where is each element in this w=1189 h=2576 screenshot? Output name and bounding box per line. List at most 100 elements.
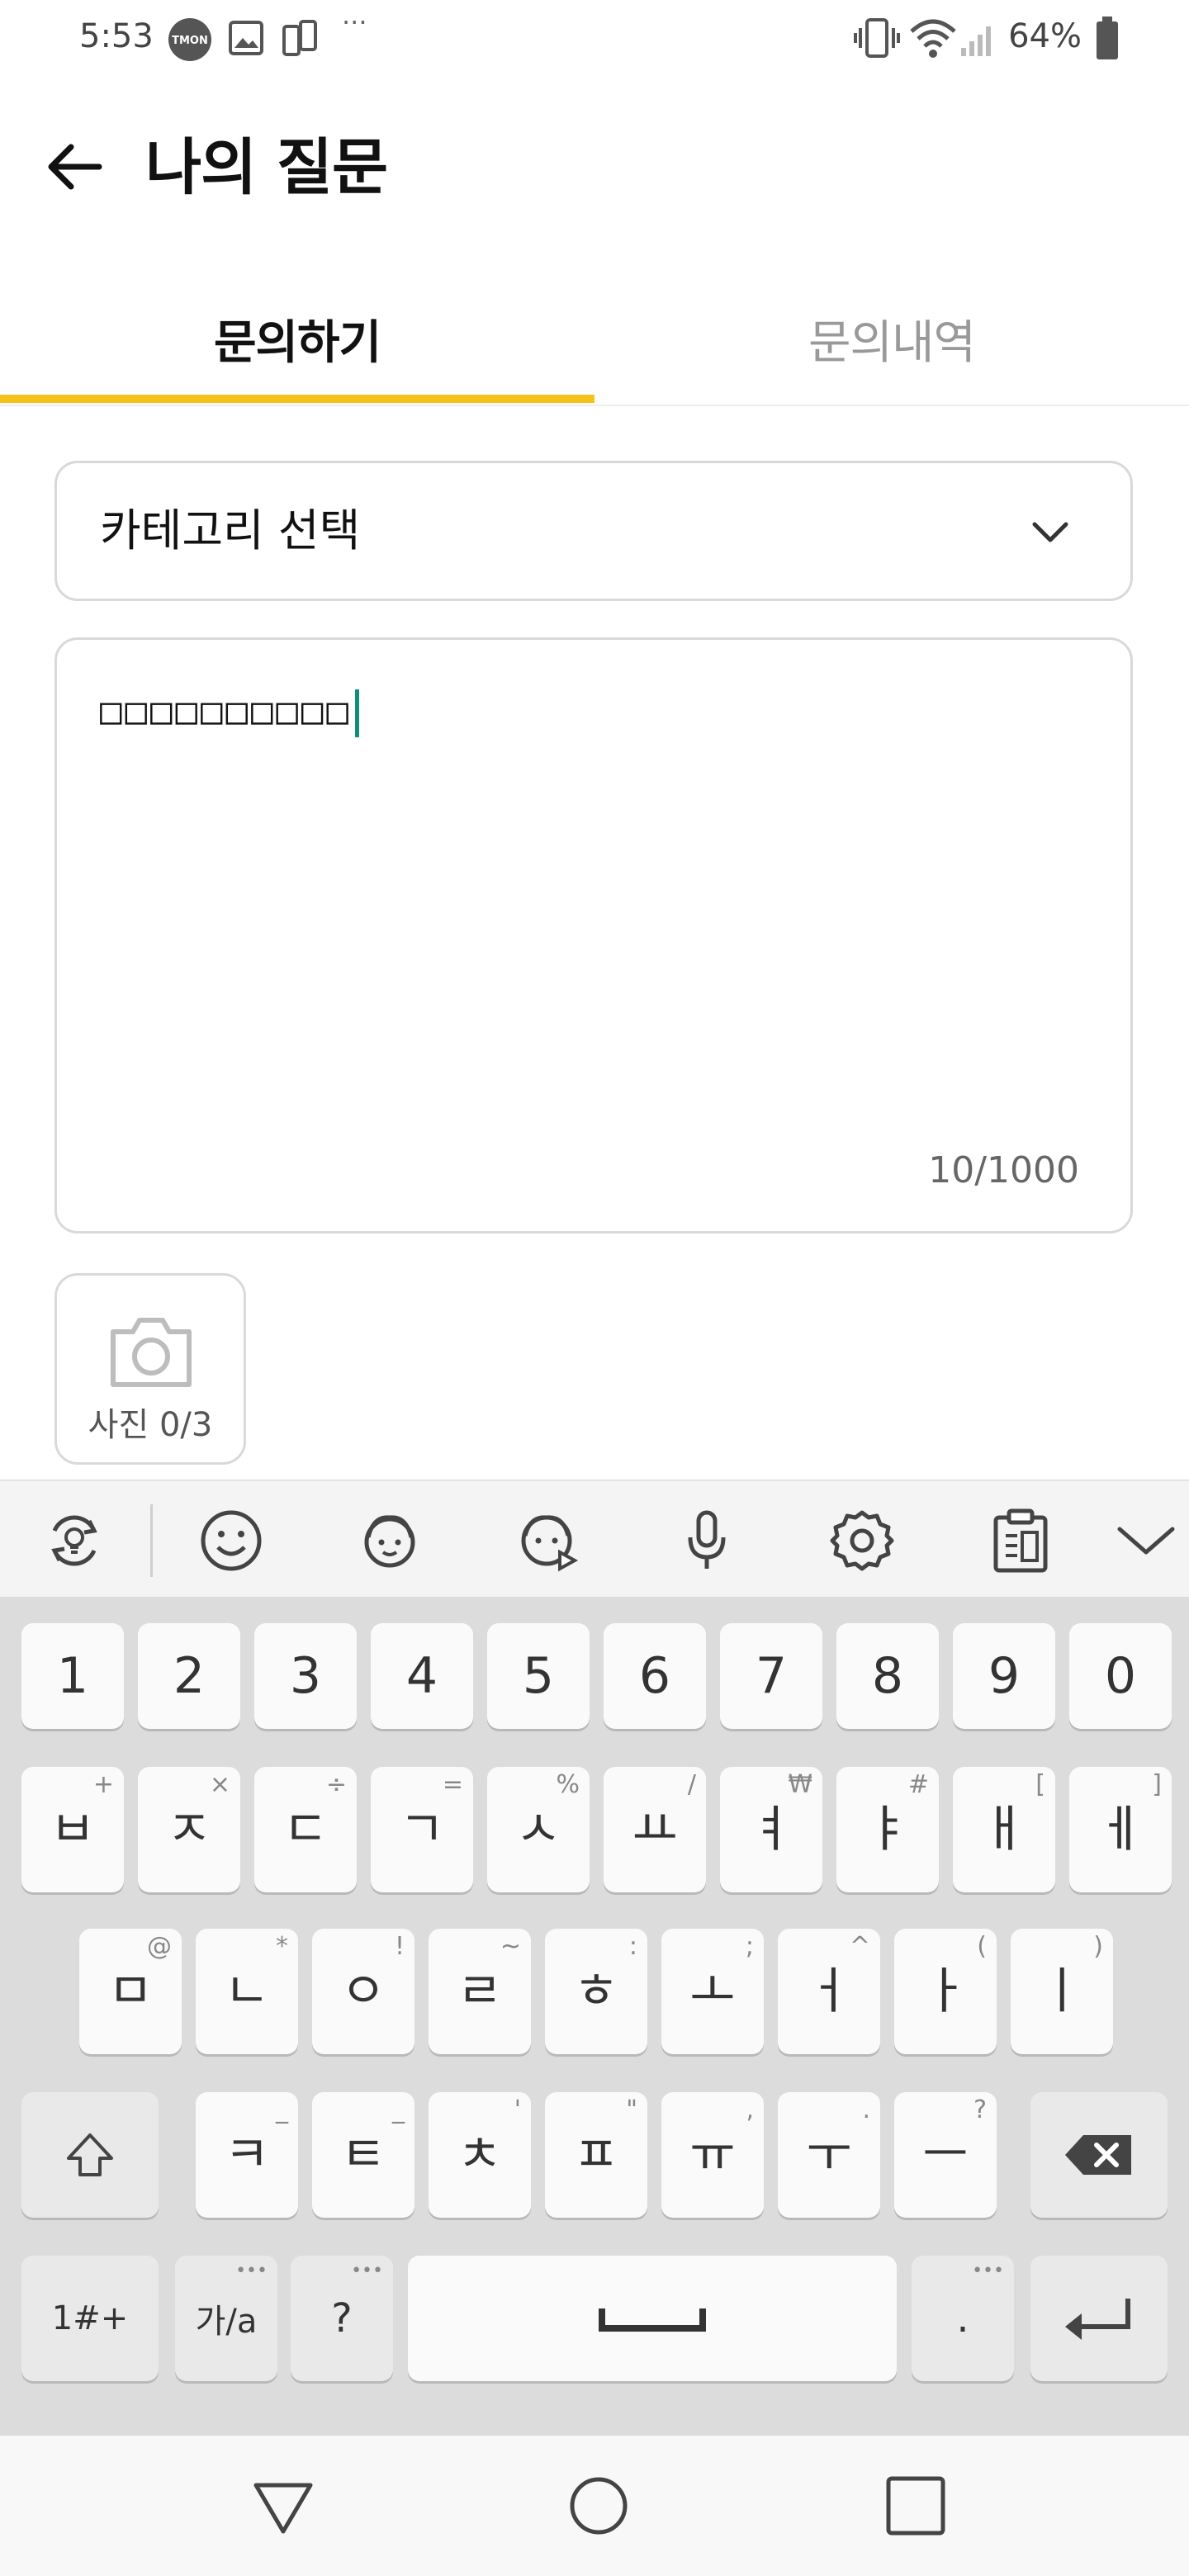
key-label: ㅁ xyxy=(107,1963,154,2020)
add-photo-button[interactable]: 사진 0/3 xyxy=(54,1273,246,1465)
mic-icon[interactable] xyxy=(672,1506,741,1575)
key-ae[interactable]: [ㅐ xyxy=(953,1767,1055,1892)
key-1[interactable]: 1 xyxy=(21,1623,124,1729)
key-8[interactable]: 8 xyxy=(836,1623,939,1729)
key-eo[interactable]: ^ ㅓ xyxy=(778,1929,880,2054)
page-title: 나의 질문 xyxy=(145,132,388,203)
key-label: ㅡ xyxy=(922,2126,969,2184)
key-sub-label: ' xyxy=(514,2095,521,2124)
key-sub-label: : xyxy=(628,1932,637,1961)
key-label: 7 xyxy=(755,1647,788,1705)
character-count: 10/1000 xyxy=(928,1149,1079,1191)
animated-sticker-icon[interactable] xyxy=(514,1506,583,1575)
key-sub-label: [ xyxy=(1035,1770,1045,1799)
key-label: ㄴ xyxy=(224,1963,270,2020)
key-yu[interactable]: ,ㅠ xyxy=(661,2092,764,2218)
backspace-key[interactable] xyxy=(1030,2092,1168,2218)
back-triangle-icon[interactable] xyxy=(246,2469,320,2543)
key-ya[interactable]: # ㅑ xyxy=(836,1767,939,1892)
key-label: 2 xyxy=(173,1647,206,1705)
key-rieul[interactable]: ~ ㄹ xyxy=(429,1929,531,2054)
key-pieup[interactable]: " ㅍ xyxy=(545,2092,647,2218)
language-switch-key[interactable]: ••• 가/a xyxy=(175,2256,277,2381)
question-text: □□□□□□□□□□ xyxy=(100,690,352,732)
space-key[interactable] xyxy=(408,2256,897,2381)
key-label: ㅋ xyxy=(224,2126,270,2184)
key-0[interactable]: 0 xyxy=(1069,1623,1172,1729)
key-eu[interactable]: ? ㅡ xyxy=(894,2092,997,2218)
key-4[interactable]: 4 xyxy=(371,1623,473,1729)
question-mark-key[interactable]: ••• ? xyxy=(291,2256,393,2381)
key-sub-label: " xyxy=(626,2095,637,2124)
key-ieung[interactable]: ! ㅇ xyxy=(312,1929,414,2054)
key-siot[interactable]: % ㅅ xyxy=(487,1767,590,1892)
key-label: ㅑ xyxy=(865,1801,911,1859)
key-label: ㅠ xyxy=(689,2126,736,2184)
key-giyeok[interactable]: = ㄱ xyxy=(371,1767,473,1892)
period-key[interactable]: ••• . xyxy=(912,2256,1014,2381)
period-key-label: . xyxy=(956,2295,969,2342)
key-label: ㅗ xyxy=(689,1963,736,2020)
key-hieut[interactable]: :ㅎ xyxy=(545,1929,647,2054)
key-9[interactable]: 9 xyxy=(953,1623,1055,1729)
key-sub-label: _ xyxy=(276,2095,288,2124)
emoji-icon[interactable] xyxy=(197,1506,266,1575)
key-label: ㅊ xyxy=(457,2126,503,2184)
symbols-key[interactable]: 1#+ xyxy=(21,2256,159,2381)
category-select[interactable]: 카테고리 선택 xyxy=(54,461,1133,601)
backspace-icon xyxy=(1065,2135,1131,2175)
key-nieun[interactable]: * ㄴ xyxy=(196,1929,298,2054)
back-arrow-icon[interactable] xyxy=(41,134,107,200)
key-label: ㅇ xyxy=(340,1963,386,2020)
key-3[interactable]: 3 xyxy=(254,1623,357,1729)
key-sub-label: , xyxy=(746,2095,754,2124)
status-bar: 5:53 TMON ··· 64% xyxy=(0,0,1189,74)
svg-text:TMON: TMON xyxy=(172,35,208,47)
key-sub-label: # xyxy=(907,1770,929,1799)
key-e[interactable]: ] ㅔ xyxy=(1069,1767,1172,1892)
key-bieup[interactable]: + ㅂ xyxy=(21,1767,124,1892)
key-i[interactable]: ) ㅣ xyxy=(1011,1929,1113,2054)
key-sub-label: ! xyxy=(394,1932,405,1961)
key-2[interactable]: 2 xyxy=(138,1623,240,1729)
key-yo[interactable]: / ㅛ xyxy=(604,1767,706,1892)
key-label: ㄷ xyxy=(282,1801,329,1859)
key-tieut[interactable]: _ ㅌ xyxy=(312,2092,414,2218)
key-digeut[interactable]: ÷ ㄷ xyxy=(254,1767,357,1892)
key-label: ㅛ xyxy=(632,1801,678,1859)
tab-inquire[interactable]: 문의하기 xyxy=(0,281,594,396)
key-7[interactable]: 7 xyxy=(720,1623,822,1729)
tab-bar: 문의하기 문의내역 xyxy=(0,281,1189,406)
key-label: ㅐ xyxy=(981,1801,1027,1859)
key-6[interactable]: 6 xyxy=(604,1623,706,1729)
refresh-bulb-icon[interactable] xyxy=(40,1506,109,1575)
settings-icon[interactable] xyxy=(827,1506,897,1575)
sticker-icon[interactable] xyxy=(355,1506,424,1575)
key-5[interactable]: 5 xyxy=(487,1623,590,1729)
collapse-chevron-icon[interactable] xyxy=(1111,1506,1181,1575)
key-kieuk[interactable]: _ ㅋ xyxy=(196,2092,298,2218)
question-textarea[interactable]: □□□□□□□□□□ 10/1000 xyxy=(54,637,1133,1234)
vibrate-icon xyxy=(854,18,900,58)
tmon-app-icon: TMON xyxy=(168,18,211,61)
shift-key[interactable] xyxy=(21,2092,159,2218)
key-chieut[interactable]: ' ㅊ xyxy=(429,2092,531,2218)
enter-key[interactable] xyxy=(1030,2256,1168,2381)
key-yeo[interactable]: ₩ ㅕ xyxy=(720,1767,822,1892)
key-mieum[interactable]: @ ㅁ xyxy=(79,1929,182,2054)
enter-arrow-icon xyxy=(1065,2299,1130,2340)
key-a[interactable]: (ㅏ xyxy=(894,1929,997,2054)
home-circle-icon[interactable] xyxy=(561,2469,636,2543)
key-sub-label: ^ xyxy=(849,1932,870,1961)
more-dots: ••• xyxy=(235,2261,268,2281)
key-label: 3 xyxy=(289,1647,322,1705)
recents-square-icon[interactable] xyxy=(879,2469,953,2543)
key-sub-label: ? xyxy=(973,2095,987,2124)
key-o[interactable]: ; ㅗ xyxy=(661,1929,764,2054)
clipboard-icon[interactable] xyxy=(986,1506,1055,1575)
key-jieut[interactable]: × ㅈ xyxy=(138,1767,240,1892)
status-overflow: ··· xyxy=(342,7,367,38)
tab-inquiry-history[interactable]: 문의내역 xyxy=(594,281,1189,396)
key-sub-label: = xyxy=(442,1770,463,1799)
key-u[interactable]: .ㅜ xyxy=(778,2092,880,2218)
